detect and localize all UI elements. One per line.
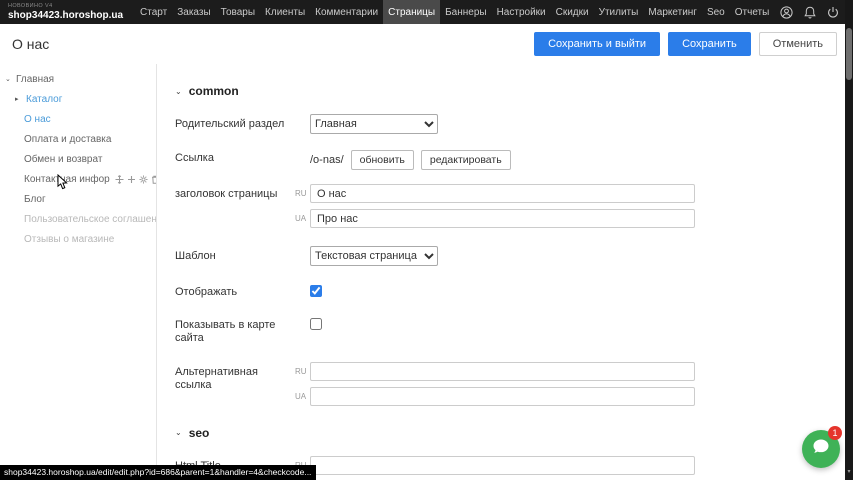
account-icon[interactable] [780,6,793,19]
chevron-down-icon: ⌄ [5,75,12,83]
page-edit-form: ⌄ common Родительский раздел Главная Ссы… [157,64,853,480]
sitemap-label: Показывать в карте сайта [175,315,295,345]
lang-ua-label: UA [295,214,310,223]
move-icon[interactable] [115,175,124,184]
lang-ru-label: RU [295,189,310,198]
nav-seo[interactable]: Seo [702,0,730,24]
nav-discounts[interactable]: Скидки [551,0,594,24]
display-label: Отображать [175,282,295,299]
chat-unread-badge: 1 [828,426,842,440]
chevron-down-icon: ⌄ [175,87,182,96]
nav-settings[interactable]: Настройки [492,0,551,24]
sidebar-item-otzyvy[interactable]: Отзывы о магазине [0,229,156,249]
parent-section-select[interactable]: Главная [310,114,438,134]
nav-orders[interactable]: Заказы [172,0,215,24]
lang-ru-label: RU [295,367,310,376]
sidebar-item-katalog[interactable]: ▸ Каталог [0,89,156,109]
link-update-button[interactable]: обновить [351,150,414,170]
alt-link-label: Альтернативная ссылка [175,362,295,392]
sitemap-checkbox[interactable] [310,318,322,330]
html-title-ru-input[interactable] [310,456,695,475]
template-label: Шаблон [175,246,295,263]
page-title-ua-input[interactable] [310,209,695,228]
lang-ua-label: UA [295,392,310,401]
add-icon[interactable] [127,175,136,184]
page-title: О нас [12,36,49,52]
page-header: О нас Сохранить и выйти Сохранить Отмени… [0,24,853,64]
chevron-right-icon: ▸ [15,95,22,103]
topbar: НОВОВИНО V4 shop34423.horoshop.ua Старт … [0,0,853,24]
chevron-down-icon: ⌄ [175,428,182,437]
gear-icon[interactable] [139,175,148,184]
template-select[interactable]: Текстовая страница [310,246,438,266]
pages-tree-sidebar: ⌄ Главная ▸ Каталог О нас Оплата и доста… [0,64,157,480]
alt-link-ua-input[interactable] [310,387,695,406]
trash-icon[interactable] [151,175,156,184]
link-edit-button[interactable]: редактировать [421,150,511,170]
top-navigation: Старт Заказы Товары Клиенты Комментарии … [135,0,774,24]
page-title-label: заголовок страницы [175,184,295,201]
sidebar-item-glavnaya[interactable]: ⌄ Главная [0,69,156,89]
chat-icon [811,437,831,462]
sidebar-item-obmen[interactable]: Обмен и возврат [0,149,156,169]
nav-comments[interactable]: Комментарии [310,0,383,24]
sidebar-item-soglashenie[interactable]: Пользовательское соглашение [0,209,156,229]
cancel-button[interactable]: Отменить [759,32,837,56]
sidebar-item-kontaktnaya[interactable]: Контактная инфор [0,169,156,189]
sidebar-item-blog[interactable]: Блог [0,189,156,209]
nav-reports[interactable]: Отчеты [730,0,775,24]
nav-banners[interactable]: Баннеры [440,0,491,24]
brand-domain: shop34423.horoshop.ua [8,10,123,21]
nav-marketing[interactable]: Маркетинг [643,0,702,24]
sidebar-item-oplata[interactable]: Оплата и доставка [0,129,156,149]
sidebar-item-o-nas[interactable]: О нас [0,109,156,129]
notifications-icon[interactable] [804,6,816,19]
scrollbar-thumb[interactable] [846,28,852,80]
page-scrollbar[interactable]: ▾ [845,0,853,480]
logout-icon[interactable] [827,6,839,19]
save-and-exit-button[interactable]: Сохранить и выйти [534,32,660,56]
nav-utilities[interactable]: Утилиты [594,0,644,24]
save-button[interactable]: Сохранить [668,32,751,56]
display-checkbox[interactable] [310,285,322,297]
page-title-ru-input[interactable] [310,184,695,203]
link-value: /o-nas/ [310,154,344,166]
link-label: Ссылка [175,148,295,165]
alt-link-ru-input[interactable] [310,362,695,381]
section-seo[interactable]: ⌄ seo [175,426,853,440]
nav-products[interactable]: Товары [216,0,260,24]
scrollbar-down-arrow[interactable]: ▾ [845,468,853,478]
nav-start[interactable]: Старт [135,0,172,24]
chat-launcher-button[interactable]: 1 [802,430,840,468]
browser-status-bar: shop34423.horoshop.ua/edit/edit.php?id=6… [0,465,316,480]
parent-section-label: Родительский раздел [175,114,295,131]
nav-pages[interactable]: Страницы [383,0,440,24]
section-common[interactable]: ⌄ common [175,84,853,98]
nav-clients[interactable]: Клиенты [260,0,310,24]
brand-logo[interactable]: НОВОВИНО V4 shop34423.horoshop.ua [8,0,123,24]
